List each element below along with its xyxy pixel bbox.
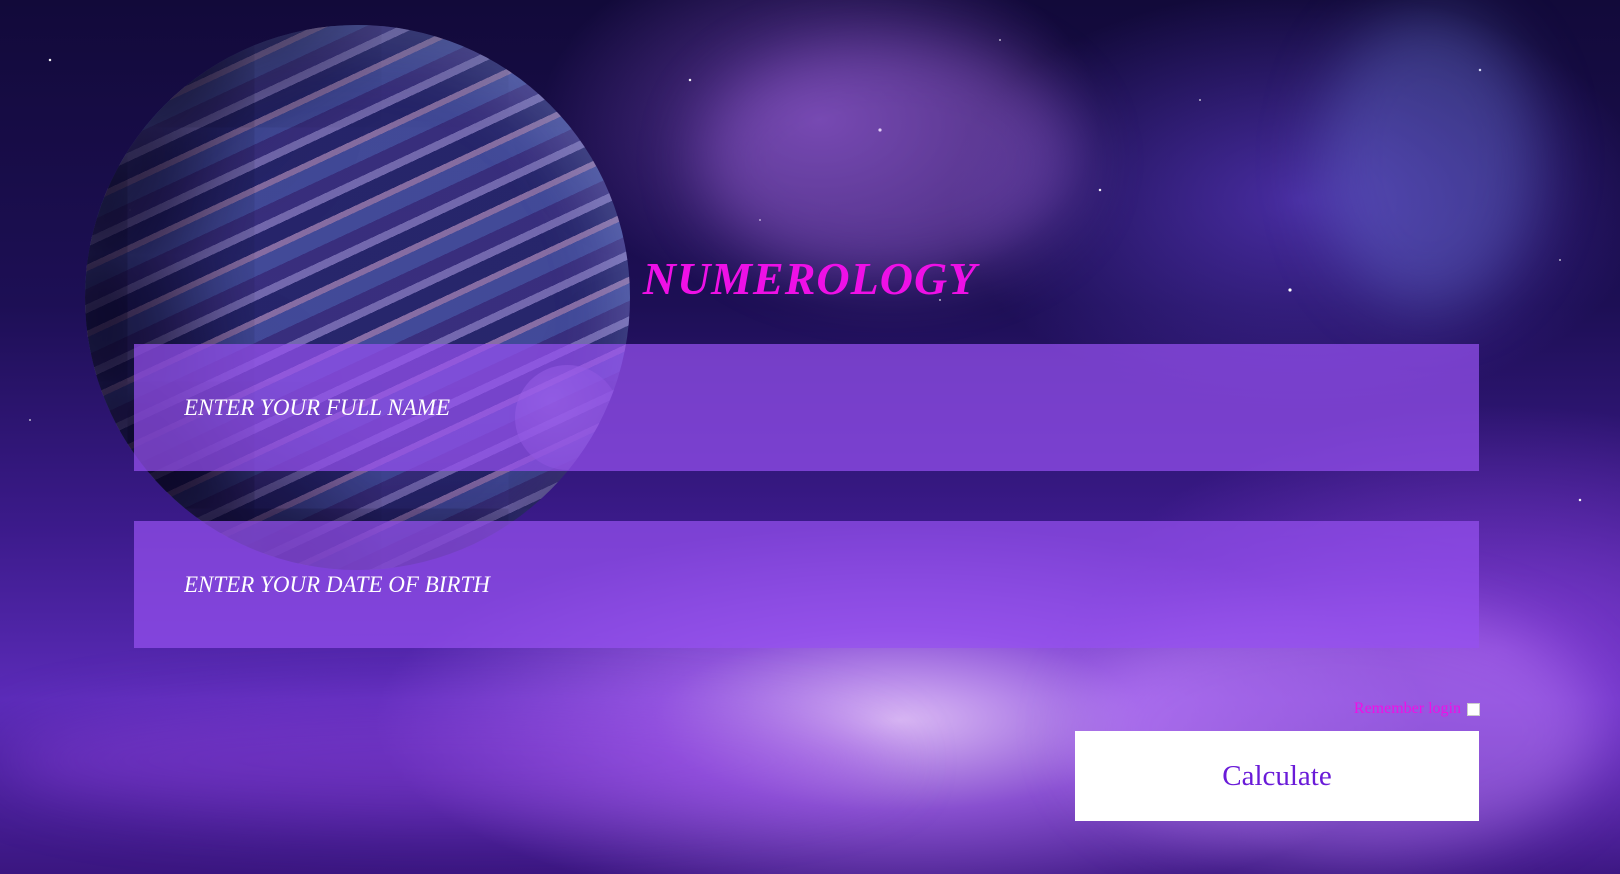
remember-login-checkbox[interactable] [1467,702,1480,716]
nebula-glow [700,40,1080,280]
remember-login-label: Remember login [1353,700,1461,717]
calculate-button[interactable]: Calculate [1075,731,1479,821]
date-of-birth-input[interactable] [134,521,1479,648]
nebula-glow [0,700,900,820]
full-name-input[interactable] [134,344,1479,471]
remember-login-option[interactable]: Remember login [1354,700,1480,718]
page-title: NUMEROLOGY [642,253,978,304]
